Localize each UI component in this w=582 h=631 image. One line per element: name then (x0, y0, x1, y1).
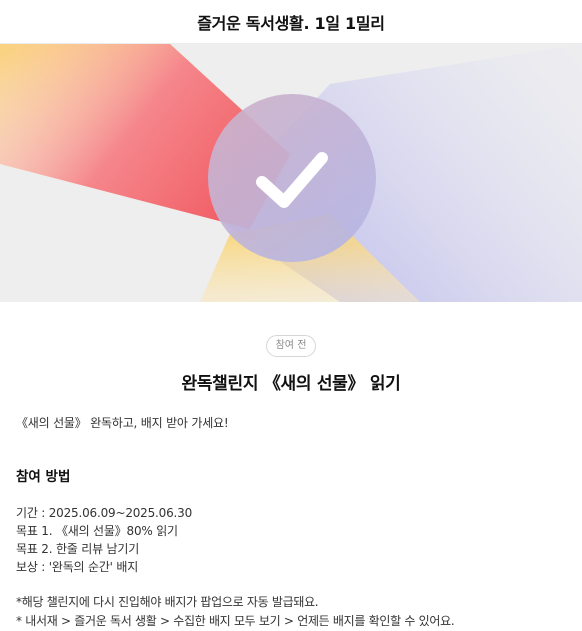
page-title: 즐거운 독서생활. 1일 1밀리 (197, 13, 385, 33)
info-goal-2: 목표 2. 한줄 리뷰 남기기 (16, 542, 140, 556)
challenge-intro: 《새의 선물》 완독하고, 배지 받아 가세요! (16, 416, 229, 430)
hero-banner (0, 44, 582, 302)
challenge-content: 참여 전 완독챌린지 《새의 선물》 읽기 《새의 선물》 완독하고, 배지 받… (0, 335, 582, 631)
hero-illustration (0, 44, 582, 302)
status-badge: 참여 전 (265, 335, 317, 357)
notes: *해당 챌린지에 다시 진입해야 배지가 팝업으로 자동 발급돼요. * 내서재… (16, 593, 566, 631)
info-goal-1: 목표 1. 《새의 선물》80% 읽기 (16, 524, 178, 538)
challenge-title: 완독챌린지 《새의 선물》 읽기 (181, 374, 401, 394)
page-header: 즐거운 독서생활. 1일 1밀리 (0, 0, 582, 44)
hero-circle (208, 94, 376, 262)
participation-heading: 참여 방법 (16, 469, 71, 485)
note-line: * 내서재 > 즐거운 독서 생활 > 수집한 배지 모두 보기 > 언제든 배… (16, 614, 455, 628)
participation-info: 기간 : 2025.06.09~2025.06.30 목표 1. 《새의 선물》… (16, 504, 566, 576)
info-period: 기간 : 2025.06.09~2025.06.30 (16, 506, 193, 520)
info-reward: 보상 : '완독의 순간' 배지 (16, 560, 139, 574)
note-line: *해당 챌린지에 다시 진입해야 배지가 팝업으로 자동 발급돼요. (16, 595, 319, 609)
